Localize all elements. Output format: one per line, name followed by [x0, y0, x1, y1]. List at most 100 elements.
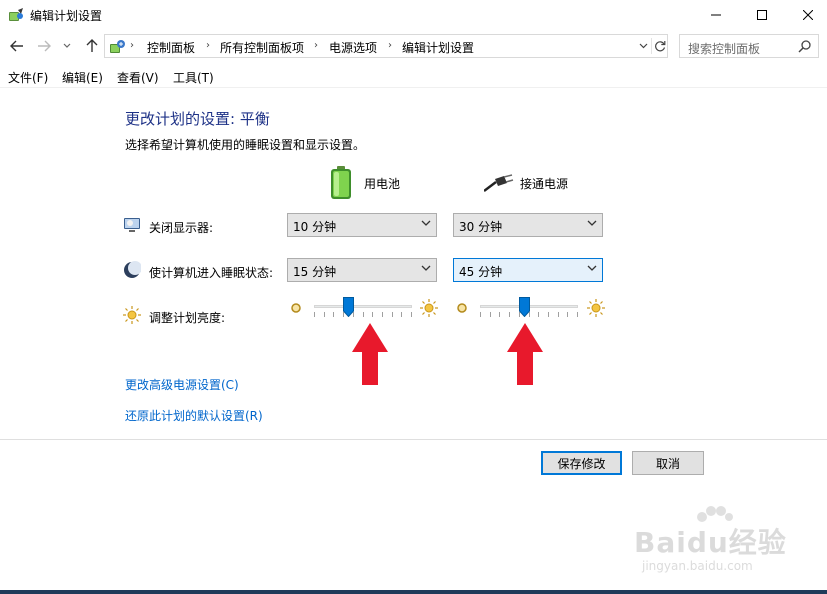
search-placeholder: 搜索控制面板 — [688, 42, 761, 56]
slider-thumb[interactable] — [343, 297, 354, 317]
chevron-down-icon — [587, 265, 597, 271]
power-options-icon — [9, 8, 23, 21]
taskbar-edge — [0, 590, 827, 594]
save-changes-button[interactable]: 保存修改 — [541, 451, 622, 475]
maximize-icon — [757, 10, 767, 20]
slider-tick — [509, 312, 510, 317]
breadcrumb-separator-icon: › — [206, 40, 210, 51]
menu-file[interactable]: 文件(F) — [8, 69, 48, 86]
minimize-button[interactable] — [693, 0, 739, 30]
minimize-icon — [711, 14, 721, 16]
brightness-battery-slider[interactable] — [314, 297, 412, 323]
baidu-watermark: Baidu经验 jingyan.baidu.com — [630, 505, 800, 577]
battery-icon — [331, 166, 351, 199]
brightness-plugged-slider[interactable] — [480, 297, 578, 323]
menu-view[interactable]: 查看(V) — [117, 69, 159, 86]
restore-defaults-link[interactable]: 还原此计划的默认设置(R) — [125, 407, 263, 424]
refresh-button[interactable] — [651, 38, 667, 54]
breadcrumb-control-panel[interactable]: 控制面板 — [147, 39, 195, 56]
slider-tick — [480, 312, 481, 317]
chevron-down-icon — [587, 220, 597, 226]
control-panel-icon — [110, 40, 125, 53]
plugged-in-column-label: 接通电源 — [520, 177, 569, 191]
arrow-up-icon — [86, 39, 98, 52]
forward-button[interactable] — [33, 36, 55, 56]
brightness-label: 调整计划亮度: — [149, 311, 226, 325]
chevron-down-icon — [421, 220, 431, 226]
display-off-battery-value: 10 分钟 — [293, 220, 337, 234]
slider-tick — [499, 312, 500, 317]
sleep-battery-select[interactable]: 15 分钟 — [287, 258, 437, 282]
slider-tick — [392, 312, 393, 317]
menu-tools[interactable]: 工具(T) — [173, 69, 214, 86]
up-button[interactable] — [81, 36, 103, 56]
close-button[interactable] — [785, 0, 827, 30]
arrow-left-icon — [10, 40, 23, 52]
arrow-right-icon — [38, 40, 51, 52]
battery-column-header: 用电池 — [330, 166, 420, 200]
display-off-label: 关闭显示器: — [149, 221, 214, 235]
display-off-plugged-select[interactable]: 30 分钟 — [453, 213, 603, 237]
page-title: 更改计划的设置: 平衡 — [125, 110, 270, 128]
moon-icon — [124, 261, 141, 278]
search-icon — [798, 40, 811, 53]
slider-tick — [548, 312, 549, 317]
breadcrumb-separator-icon: › — [314, 40, 318, 51]
plugged-in-column-header: 接通电源 — [484, 166, 594, 200]
slider-tick — [538, 312, 539, 317]
breadcrumb-power-options[interactable]: 电源选项 — [329, 39, 377, 56]
breadcrumb-separator-icon: › — [388, 40, 392, 51]
display-off-plugged-value: 30 分钟 — [459, 220, 503, 234]
bright-sun-icon — [587, 299, 605, 317]
page-subtitle: 选择希望计算机使用的睡眠设置和显示设置。 — [125, 138, 366, 152]
chevron-down-icon — [421, 265, 431, 271]
maximize-button[interactable] — [739, 0, 785, 30]
edit-plan-settings-window: 编辑计划设置 › 控制面板 › 所有控制面板项 › 电源选项 › 编辑计划设置 … — [0, 0, 827, 594]
breadcrumb-all-items[interactable]: 所有控制面板项 — [220, 39, 304, 56]
slider-tick — [382, 312, 383, 317]
battery-column-label: 用电池 — [364, 177, 401, 191]
slider-tick — [372, 312, 373, 317]
address-bar[interactable]: › 控制面板 › 所有控制面板项 › 电源选项 › 编辑计划设置 — [104, 34, 668, 58]
sleep-plugged-select[interactable]: 45 分钟 — [453, 258, 603, 282]
sun-icon — [123, 306, 141, 324]
chevron-down-icon — [639, 43, 647, 49]
address-dropdown-button[interactable] — [635, 38, 651, 54]
footer-divider — [0, 439, 827, 440]
display-off-battery-select[interactable]: 10 分钟 — [287, 213, 437, 237]
slider-tick — [411, 312, 412, 317]
slider-tick — [490, 312, 491, 317]
dim-sun-icon — [457, 303, 467, 313]
slider-tick — [333, 312, 334, 317]
breadcrumb-edit-plan[interactable]: 编辑计划设置 — [402, 39, 474, 56]
title-bar: 编辑计划设置 — [0, 0, 827, 30]
navigation-bar: › 控制面板 › 所有控制面板项 › 电源选项 › 编辑计划设置 搜索控制面板 — [0, 32, 827, 60]
slider-tick — [567, 312, 568, 317]
slider-tick — [324, 312, 325, 317]
slider-tick — [577, 312, 578, 317]
power-plug-icon — [484, 174, 514, 192]
red-arrow-annotation — [507, 323, 543, 385]
window-title: 编辑计划设置 — [30, 9, 103, 23]
slider-tick — [401, 312, 402, 317]
menu-bar: 文件(F) 编辑(E) 查看(V) 工具(T) — [0, 66, 827, 88]
slider-track — [314, 305, 412, 308]
cancel-button[interactable]: 取消 — [632, 451, 704, 475]
search-input[interactable]: 搜索控制面板 — [679, 34, 819, 58]
sleep-label: 使计算机进入睡眠状态: — [149, 266, 274, 280]
red-arrow-annotation — [352, 323, 388, 385]
slider-tick — [314, 312, 315, 317]
slider-thumb[interactable] — [519, 297, 530, 317]
sleep-plugged-value: 45 分钟 — [459, 265, 503, 279]
menu-edit[interactable]: 编辑(E) — [62, 69, 103, 86]
back-button[interactable] — [6, 36, 28, 56]
close-icon — [803, 10, 813, 20]
chevron-down-icon — [63, 43, 71, 48]
sleep-battery-value: 15 分钟 — [293, 265, 337, 279]
slider-tick — [558, 312, 559, 317]
slider-tick — [363, 312, 364, 317]
watermark-brand: Baidu经验 — [634, 526, 787, 559]
bright-sun-icon — [420, 299, 438, 317]
recent-locations-button[interactable] — [60, 36, 74, 56]
advanced-power-settings-link[interactable]: 更改高级电源设置(C) — [125, 376, 239, 393]
